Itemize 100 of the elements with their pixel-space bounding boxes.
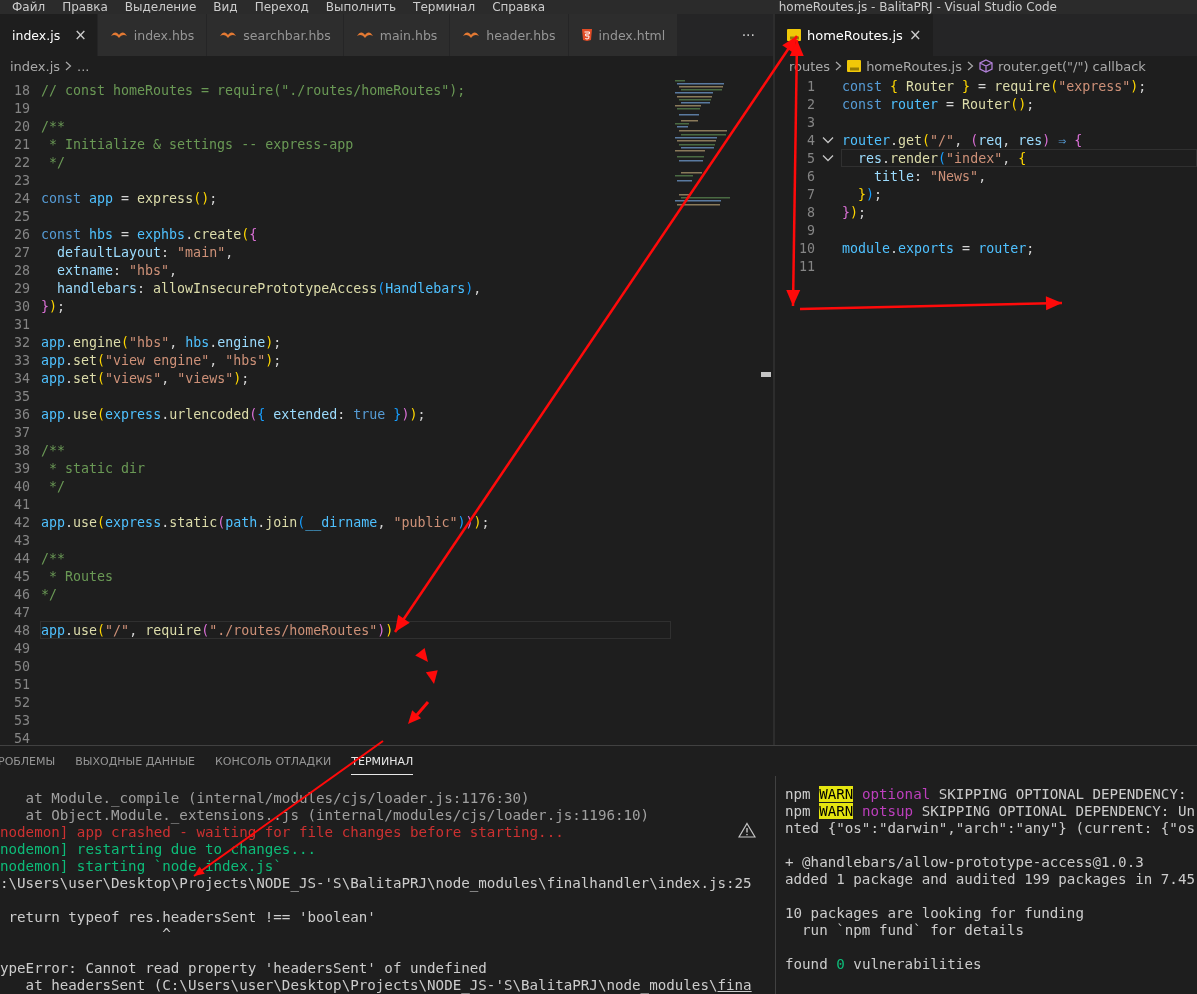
terminal-line: found 0 vulnerabilities [785,956,982,973]
code-line: * static dir [48,460,147,477]
code-line: handlebars: allowInsecurePrototypeAccess(Handlebars), [56,280,483,297]
fold-chevron-icon[interactable] [822,136,834,144]
code-line: }); [40,298,67,315]
line-number: 34 [13,370,30,386]
code-line: */ [40,586,58,603]
terminal-line: nodemon] starting `node index.js` [0,858,282,875]
menu-item[interactable]: Вид [213,1,238,13]
mustache-icon [219,30,238,40]
line-number: 38 [13,442,30,458]
breadcrumb-item[interactable]: router.get("/") callback [998,58,1146,74]
editor-tab[interactable]: index.html [568,14,679,56]
terminal-line: at headersSent (C:\Users\user\Desktop\Projects\NODE_JS-'S\BalitaPRJ\node_modules\fina [24,977,752,994]
line-number: 46 [13,586,30,602]
line-number: 19 [13,100,30,116]
line-number: 8 [806,204,815,220]
chevron-right-icon [835,61,843,71]
line-number: 11 [798,258,815,274]
code-line: extname: "hbs", [56,262,179,279]
scrollbar-marker [761,372,771,377]
line-number: 9 [806,222,815,238]
js-file-icon [787,29,801,41]
line-number: 52 [13,694,30,710]
line-number: 2 [806,96,815,112]
code-line: const { Router } = require("express"); [841,78,1148,95]
menu-item[interactable]: Правка [62,1,108,13]
menu-item[interactable]: Справка [492,1,545,13]
window-title: homeRoutes.js - BalitaPRJ - Visual Studio Code [778,1,1057,13]
panel-tab[interactable]: ВЫХОДНЫЕ ДАННЫЕ [75,747,196,775]
line-number: 42 [13,514,30,530]
breadcrumb-item[interactable]: ... [77,58,90,74]
line-number: 26 [13,226,30,242]
menu-item[interactable]: Выполнить [325,1,397,13]
line-number: 21 [13,136,30,152]
line-number: 51 [13,676,30,692]
terminal-line: npm WARN optional SKIPPING OPTIONAL DEPENDENCY: [785,786,1187,803]
menu-item[interactable]: Файл [12,1,46,13]
line-number: 18 [13,82,30,98]
code-line: defaultLayout: "main", [56,244,235,261]
code-line: app.use(express.urlencoded({ extended: true })); [40,406,427,423]
line-number: 50 [13,658,30,674]
code-line: * Initialize & settings -- express-app [48,136,355,153]
line-number: 23 [13,172,30,188]
terminal-line: added 1 package and audited 199 packages in 7.45 [785,871,1195,888]
breadcrumb-item[interactable]: index.js [10,58,61,74]
line-number: 3 [806,114,815,130]
terminal-line: + @handlebars/allow-prototype-access@1.0.3 [785,854,1144,871]
line-number: 1 [806,78,815,94]
editor-tab[interactable]: searchbar.hbs [207,14,344,56]
code-line: title: "News", [873,168,988,185]
line-number: 33 [13,352,30,368]
line-number: 47 [13,604,30,620]
code-line: /** [40,442,67,459]
line-number: 24 [13,190,30,206]
line-number: 6 [806,168,815,184]
menu-item[interactable]: Переход [254,1,309,13]
line-number: 35 [13,388,30,404]
code-line: }); [857,186,884,203]
line-number: 37 [13,424,30,440]
breadcrumb-item[interactable]: homeRoutes.js [866,58,962,74]
line-number: 7 [806,186,815,202]
line-number: 22 [13,154,30,170]
panel-tab[interactable]: КОНСОЛЬ ОТЛАДКИ [215,747,332,775]
fold-chevron-icon[interactable] [822,154,834,162]
line-number: 5 [806,150,815,166]
editor-tab[interactable]: index.js × [0,14,98,56]
editor-tab[interactable]: homeRoutes.js × [775,14,935,56]
code-line: const router = Router(); [841,96,1036,113]
line-number: 4 [806,132,815,148]
line-number: 25 [13,208,30,224]
line-number: 48 [13,622,30,638]
editor-tab[interactable]: main.hbs [343,14,451,56]
code-line: * Routes [48,568,115,585]
mustache-icon [462,30,481,40]
terminal-line: nted {"os":"darwin","arch":"any"} (current: {"os [785,820,1195,837]
code-line: module.exports = router; [841,240,1036,257]
menu-item[interactable]: Терминал [413,1,476,13]
more-actions-button[interactable]: ··· [741,27,755,43]
line-number: 10 [798,240,815,256]
code-line: // const homeRoutes = require("./routes/homeRoutes"); [40,82,467,99]
cube-icon [979,59,993,73]
close-icon[interactable]: × [74,27,87,43]
editor-tab[interactable]: header.hbs [450,14,569,56]
menu-item[interactable]: Выделение [124,1,197,13]
chevron-right-icon [65,61,73,71]
code-line: */ [48,154,67,171]
line-number: 30 [13,298,30,314]
warning-icon [738,822,756,838]
terminal-line: ypeError: Cannot read property 'headersSent' of undefined [0,960,487,977]
terminal-line: run `npm fund` for details [801,922,1025,939]
terminal-line: 10 packages are looking for funding [785,905,1084,922]
close-icon[interactable]: × [908,27,922,43]
html5-icon [580,28,593,42]
line-number: 28 [13,262,30,278]
code-line: }); [841,204,868,221]
code-line: app.set("view engine", "hbs"); [40,352,283,369]
editor-tab[interactable]: index.hbs [97,14,208,56]
code-line: /** [40,118,67,135]
terminal-line: nodemon] restarting due to changes... [0,841,317,858]
